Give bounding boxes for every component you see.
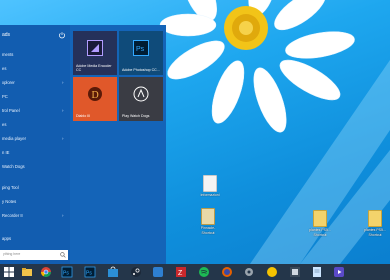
tile-photoshop[interactable]: Ps Adobe Photoshop CC... [119, 31, 163, 75]
desktop-icon-informazioni[interactable]: Informazioni [195, 175, 225, 198]
menu-item[interactable]: media player › [0, 134, 70, 144]
menu-item[interactable]: Recorder II › [0, 211, 70, 221]
svg-text:Ps: Ps [63, 271, 69, 277]
spotify-icon[interactable] [198, 266, 210, 278]
user-row[interactable]: ads [0, 31, 70, 41]
chrome-icon[interactable] [40, 266, 52, 278]
search-placeholder: ything here [3, 252, 21, 256]
photoshop-icon: Ps [133, 40, 149, 56]
search-icon [60, 252, 66, 258]
chevron-right-icon: › [62, 213, 64, 218]
menu-item[interactable]: es [0, 120, 70, 130]
menu-item[interactable]: trol Panel › [0, 106, 70, 116]
menu-item[interactable]: n IE [0, 148, 70, 158]
adobe-media-encoder-icon [87, 40, 103, 56]
tile-diablo[interactable]: D Diablo III [73, 77, 117, 121]
firefox-icon[interactable] [221, 266, 233, 278]
svg-text:Ps: Ps [86, 271, 92, 277]
svg-text:Ps: Ps [136, 46, 145, 53]
tile-adobe-media-encoder[interactable]: Adobe Media Encoder CC [73, 31, 117, 75]
menu-item[interactable]: PC [0, 92, 70, 102]
file-explorer-icon[interactable] [21, 266, 33, 278]
svg-text:Z: Z [178, 270, 183, 277]
user-name: ads [2, 32, 11, 38]
desktop-icon-plantes-1[interactable]: plantes PS5... Shortcut [305, 210, 335, 237]
notes-icon[interactable] [311, 266, 323, 278]
search-box[interactable]: ything here [0, 250, 68, 260]
settings-icon[interactable] [243, 266, 255, 278]
chevron-right-icon: › [62, 136, 64, 141]
menu-item-all-apps[interactable]: apps [0, 234, 70, 244]
shortcut-icon [201, 208, 215, 225]
taskbar: Ps Ps Z [0, 264, 390, 280]
document-icon [203, 175, 217, 192]
menu-item[interactable]: ments [0, 50, 70, 60]
folder-shortcut-icon [368, 210, 382, 227]
tile-watch-dogs[interactable]: Play Watch Dogs [119, 77, 163, 121]
media-app-icon[interactable] [333, 266, 345, 278]
menu-item[interactable]: Watch Dogs [0, 162, 70, 172]
start-menu: ads ments es xplorer › PC trol Panel › es … [0, 25, 166, 264]
blue-app-icon[interactable] [152, 266, 164, 278]
store-icon[interactable] [107, 266, 119, 278]
diablo-icon: D [88, 87, 102, 101]
watch-dogs-icon [133, 86, 149, 102]
steam-icon[interactable] [130, 266, 142, 278]
windows-start-icon[interactable] [3, 266, 15, 278]
folder-shortcut-icon [313, 210, 327, 227]
desktop-icon-plantes-2[interactable]: plantes PS5... Shortcut [360, 210, 390, 237]
photoshop-taskbar-icon[interactable]: Ps [61, 266, 73, 278]
chevron-right-icon: › [62, 80, 64, 85]
emoji-app-icon[interactable] [266, 266, 278, 278]
menu-item[interactable]: ping Tool [0, 183, 70, 193]
menu-item[interactable]: es [0, 64, 70, 74]
photoshop-taskbar-icon-2[interactable]: Ps [84, 266, 96, 278]
dark-app-icon[interactable] [289, 266, 301, 278]
chevron-right-icon: › [62, 108, 64, 113]
power-icon[interactable] [58, 31, 66, 39]
start-menu-list: ads ments es xplorer › PC trol Panel › es … [0, 25, 70, 264]
desktop-icon-pinnacle[interactable]: Pinnacle- Shortcut [193, 208, 223, 235]
svg-text:D: D [92, 90, 99, 101]
menu-item[interactable]: y Notes [0, 197, 70, 207]
filezilla-icon[interactable]: Z [175, 266, 187, 278]
menu-item[interactable]: xplorer › [0, 78, 70, 88]
